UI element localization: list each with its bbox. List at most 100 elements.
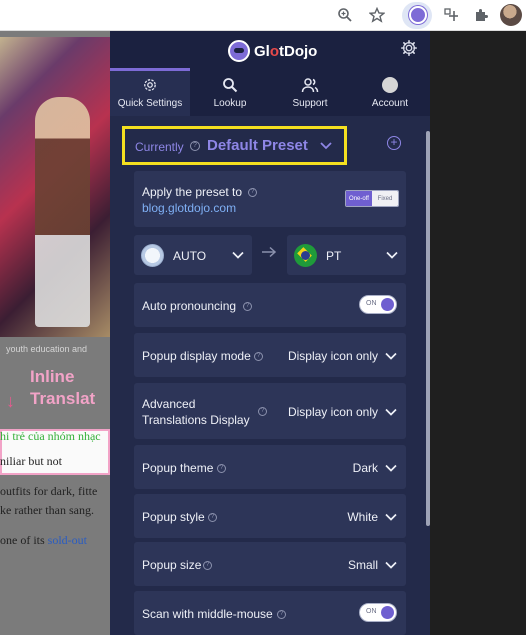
pointer-arrow-icon: ↓ — [6, 391, 15, 411]
chevron-down-icon — [320, 142, 332, 150]
tab-label: Quick Settings — [117, 98, 183, 109]
glotdojo-popup: GlotDojo Quick Settings Lookup Support A… — [110, 31, 430, 635]
setting-label: Popup display mode — [142, 349, 251, 363]
chevron-down-icon — [385, 408, 397, 416]
tab-support[interactable]: Support — [270, 68, 350, 116]
popup-nav: Quick Settings Lookup Support Account — [110, 68, 430, 116]
brand-name: GlotDojo — [254, 43, 317, 60]
inline-translation-label-2: Translat — [30, 389, 96, 408]
article-photo — [0, 37, 110, 337]
article-text-fragment: one of its — [0, 533, 48, 547]
setting-label-line-2: Translations Display — [142, 413, 250, 427]
brand-name-part: Gl — [254, 42, 270, 60]
preset-selector[interactable]: Currently ? Default Preset — [122, 126, 347, 165]
help-icon[interactable]: ? — [248, 188, 257, 197]
chevron-down-icon — [385, 352, 397, 360]
tab-search-icon[interactable] — [440, 4, 462, 26]
site-link[interactable]: blog.glotdojo.com — [142, 201, 236, 215]
toggle-state: ON — [366, 608, 377, 615]
help-icon[interactable]: ? — [208, 513, 217, 522]
extensions-puzzle-icon[interactable] — [470, 4, 492, 26]
inline-translation-label: Inline — [30, 367, 75, 386]
target-language-select[interactable]: PT — [287, 235, 406, 275]
toggle-state: ON — [366, 300, 377, 307]
advanced-translations-row[interactable]: Advanced Translations Display ? Display … — [134, 383, 406, 439]
brand: GlotDojo — [228, 40, 317, 62]
browser-toolbar — [0, 0, 526, 31]
translated-text: hi trẻ của nhóm nhạc — [0, 429, 101, 443]
toggle-knob — [381, 298, 394, 311]
profile-avatar[interactable] — [500, 4, 522, 26]
toggle-knob — [381, 606, 394, 619]
brazil-flag-icon — [294, 244, 317, 267]
people-icon — [300, 76, 320, 94]
page-background-dark — [430, 31, 526, 635]
preset-name: Default Preset — [207, 137, 308, 154]
setting-value: Dark — [352, 461, 378, 475]
chevron-down-icon — [385, 561, 397, 569]
setting-value: Display icon only — [287, 349, 378, 363]
source-language: AUTO — [173, 249, 207, 263]
chevron-down-icon — [386, 251, 398, 259]
settings-gear-icon[interactable] — [400, 39, 420, 59]
article-link[interactable]: sold-out — [48, 533, 87, 547]
popup-theme-row[interactable]: Popup theme ? Dark — [134, 445, 406, 489]
source-language-select[interactable]: AUTO — [134, 235, 252, 275]
help-icon[interactable]: ? — [254, 352, 263, 361]
help-icon[interactable]: ? — [217, 464, 226, 473]
article-text-line: one of its sold-out — [0, 533, 87, 548]
tab-label: Lookup — [213, 98, 247, 109]
bookmark-star-icon[interactable] — [366, 4, 388, 26]
popup-style-row[interactable]: Popup style ? White — [134, 494, 406, 538]
arrow-right-icon — [262, 246, 277, 258]
setting-label: Popup size — [142, 558, 202, 572]
one-off-option[interactable]: One-off — [346, 191, 372, 206]
help-icon[interactable]: ? — [277, 610, 286, 619]
brand-name-dot: o — [269, 42, 280, 60]
scan-middle-mouse-toggle[interactable]: ON — [359, 603, 397, 622]
gear-icon — [140, 76, 160, 94]
setting-label: Popup theme — [142, 461, 214, 475]
tab-quick-settings[interactable]: Quick Settings — [110, 68, 190, 116]
help-icon[interactable]: ? — [258, 407, 267, 416]
tab-lookup[interactable]: Lookup — [190, 68, 270, 116]
glotdojo-logo-icon — [409, 6, 427, 24]
popup-size-row[interactable]: Popup size ? Small — [134, 542, 406, 586]
setting-label: Popup style — [142, 510, 205, 524]
original-text: niliar but not — [0, 454, 62, 468]
avatar-icon — [380, 76, 400, 94]
scan-middle-mouse-row: Scan with middle-mouse ? ON — [134, 591, 406, 635]
glotdojo-logo-icon — [228, 40, 250, 62]
preset-scope-switch[interactable]: One-off Fixed — [345, 190, 399, 207]
setting-label: Advanced — [142, 397, 196, 411]
setting-value: Display icon only — [287, 405, 378, 419]
help-icon[interactable]: ? — [203, 561, 212, 570]
setting-label: Auto pronouncing — [142, 299, 237, 313]
photo-caption: youth education and — [6, 344, 88, 354]
setting-label: Scan with middle-mouse — [142, 607, 273, 621]
tab-account[interactable]: Account — [350, 68, 430, 116]
help-icon[interactable]: ? — [190, 141, 200, 151]
zoom-icon[interactable] — [334, 4, 356, 26]
chevron-down-icon — [232, 251, 244, 259]
tab-label: Support — [292, 98, 328, 109]
scrollbar-thumb[interactable] — [426, 131, 430, 526]
apply-preset-card: Apply the preset to ? blog.glotdojo.com … — [134, 171, 406, 227]
target-language: PT — [326, 249, 342, 263]
article-text-line: ke rather than sang. — [0, 503, 94, 517]
popup-display-mode-row[interactable]: Popup display mode ? Display icon only — [134, 333, 406, 377]
setting-value: White — [347, 510, 378, 524]
help-icon[interactable]: ? — [243, 302, 252, 311]
popup-header: GlotDojo — [110, 31, 430, 68]
auto-pronouncing-toggle[interactable]: ON — [359, 295, 397, 314]
performer-figure — [35, 97, 90, 327]
tab-label: Account — [371, 98, 409, 109]
currently-label: Currently — [135, 140, 184, 154]
article-text-line: outfits for dark, fitte — [0, 484, 98, 498]
chevron-down-icon — [385, 464, 397, 472]
fixed-option[interactable]: Fixed — [372, 191, 398, 206]
glotdojo-extension-button[interactable] — [402, 2, 432, 29]
globe-icon — [141, 244, 164, 267]
add-preset-icon[interactable]: + — [387, 136, 401, 150]
auto-pronouncing-row: Auto pronouncing ? ON — [134, 283, 406, 327]
